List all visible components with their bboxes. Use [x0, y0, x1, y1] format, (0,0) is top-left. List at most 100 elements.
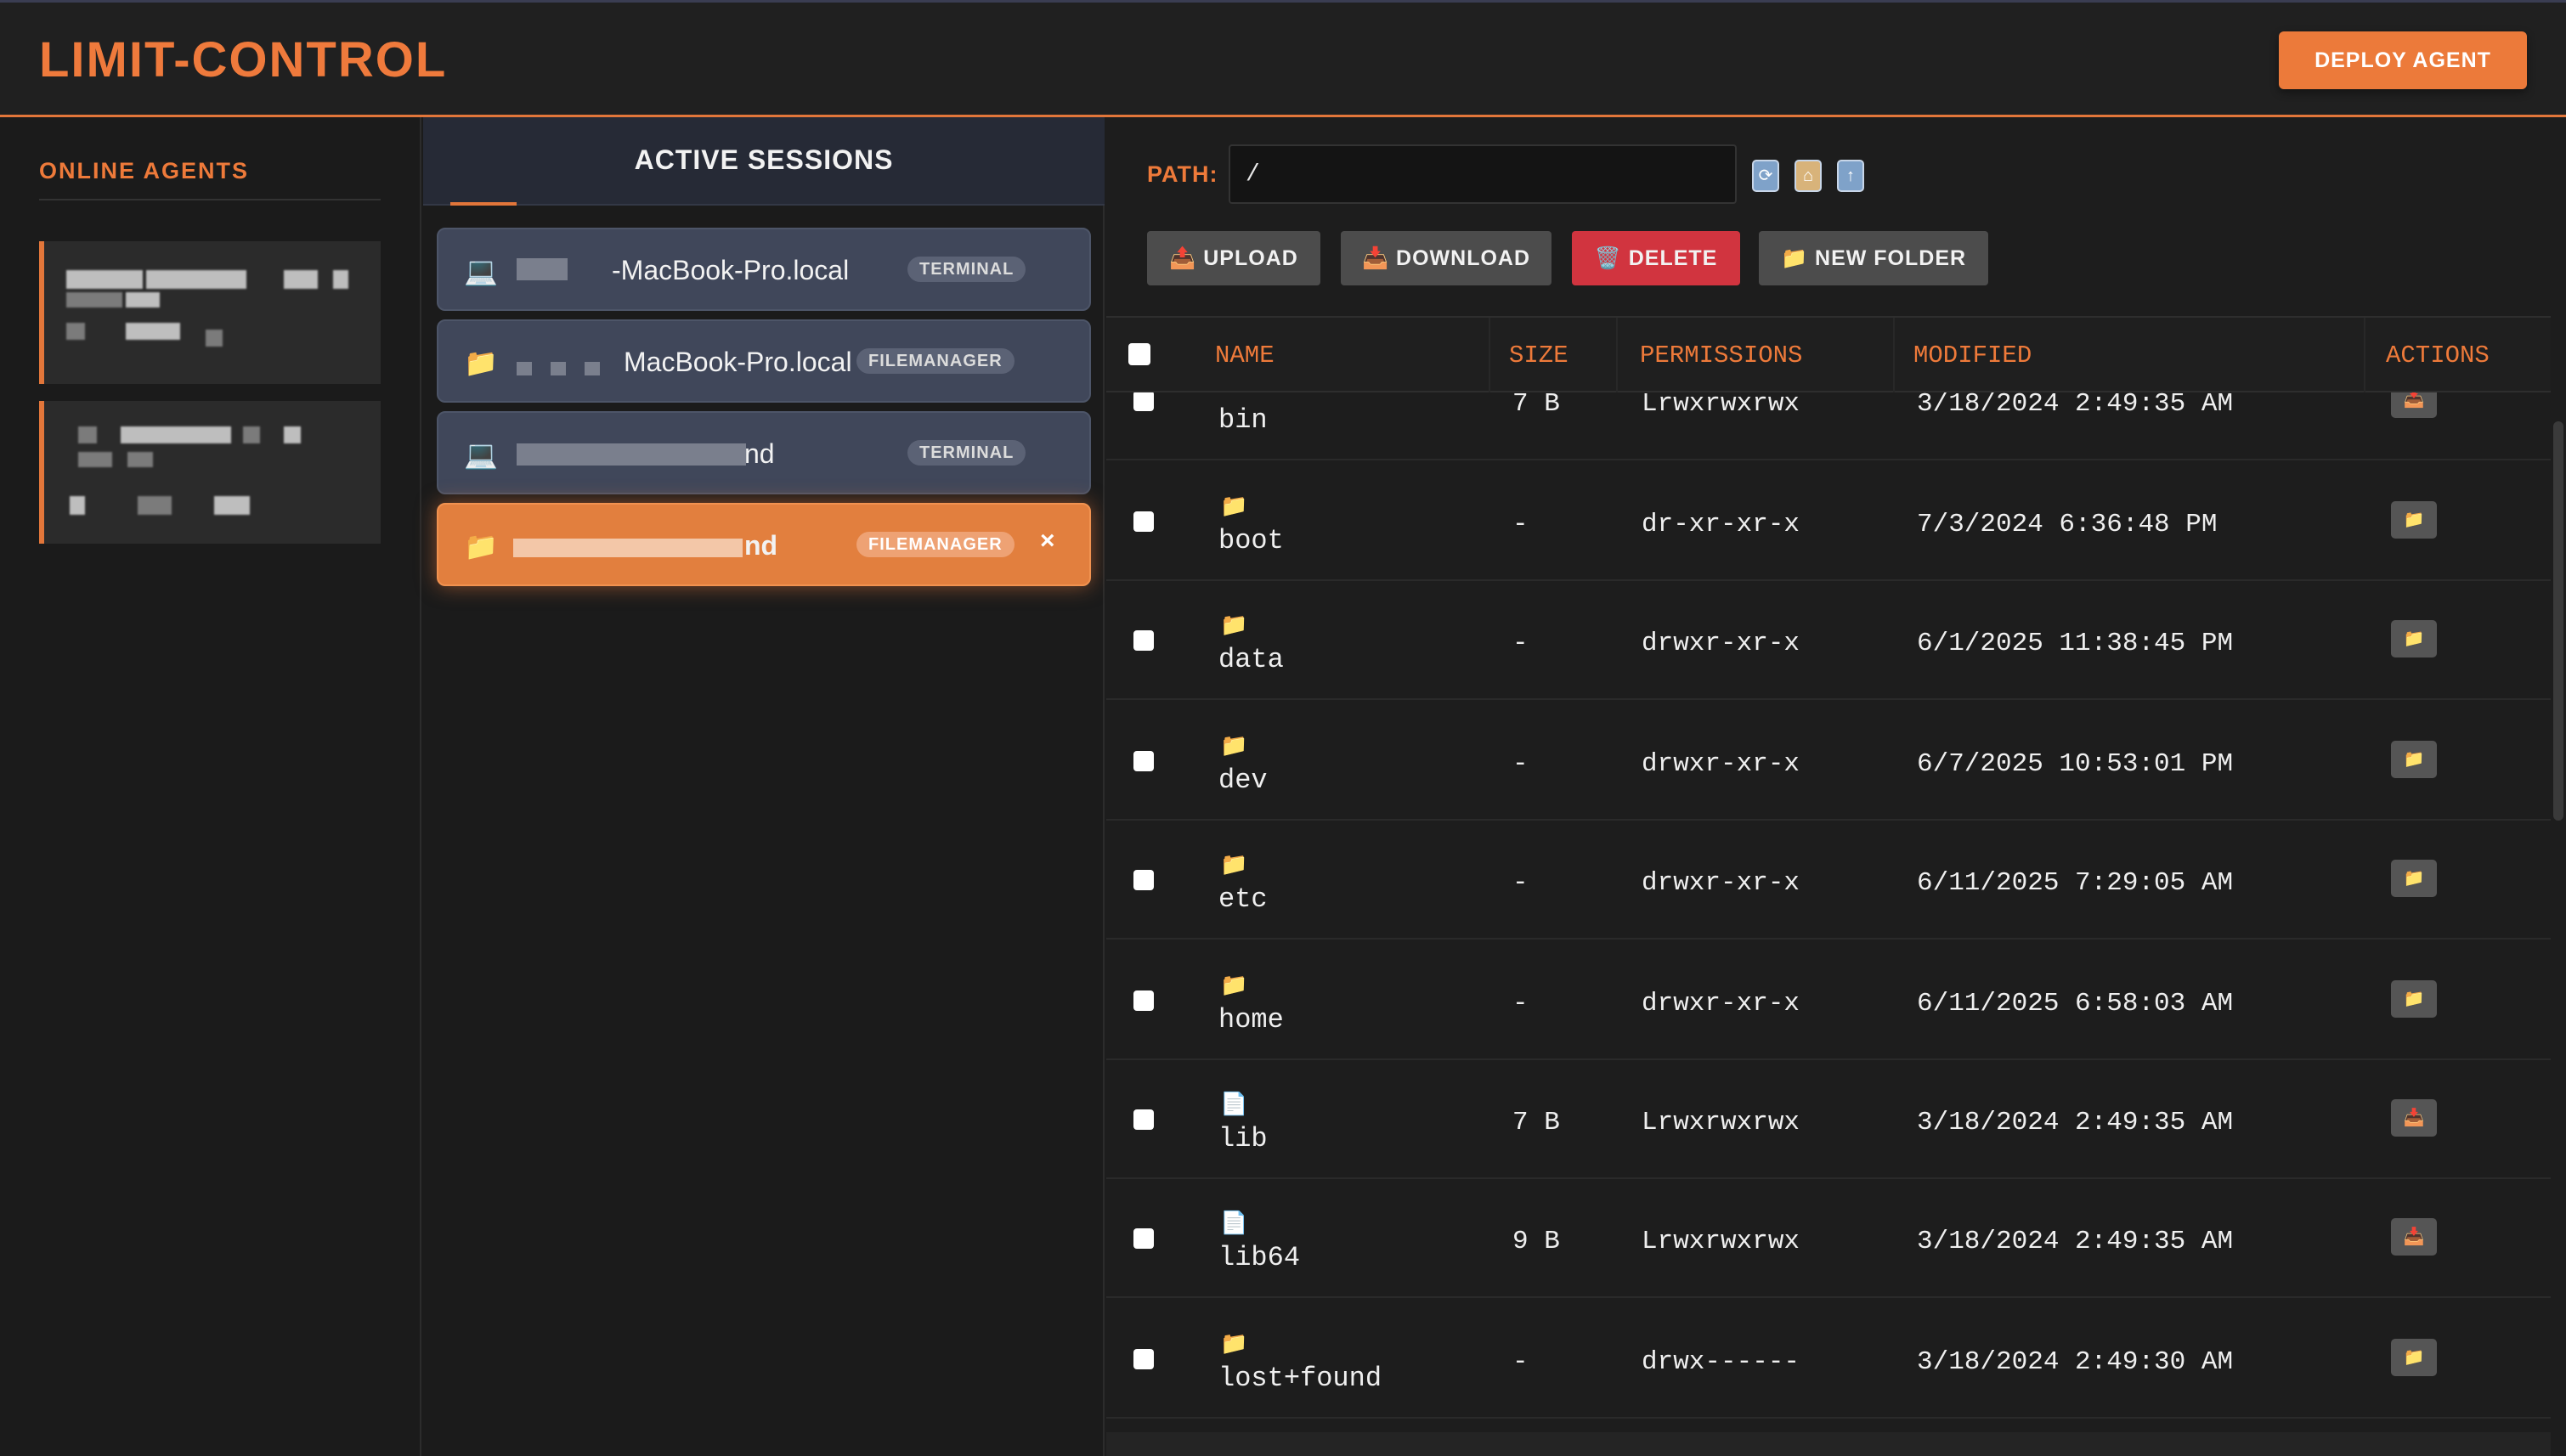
row-checkbox[interactable]: [1133, 1109, 1154, 1130]
app-header: LIMIT-CONTROL DEPLOY AGENT: [0, 0, 2566, 117]
app-brand: LIMIT-CONTROL: [39, 32, 448, 87]
file-table-header: NAME SIZE PERMISSIONS MODIFIED ACTIONS: [1106, 316, 2551, 392]
file-icon: 📄: [1220, 1091, 1248, 1116]
file-name[interactable]: data: [1218, 644, 1284, 675]
session-item[interactable]: 💻 nd TERMINAL: [437, 411, 1091, 494]
session-type-badge: TERMINAL: [907, 440, 1026, 466]
file-modified: 3/18/2024 2:49:35 AM: [1917, 392, 2234, 419]
open-folder-icon[interactable]: 📁: [2391, 501, 2437, 539]
file-permissions: Lrwxrwxrwx: [1642, 1108, 1800, 1137]
folder-icon: 📁: [1220, 732, 1248, 758]
row-checkbox[interactable]: [1133, 1349, 1154, 1369]
open-folder-icon[interactable]: 📁: [2391, 1339, 2437, 1376]
table-row[interactable]: 📁 home - drwxr-xr-x 6/11/2025 6:58:03 AM…: [1106, 941, 2551, 1060]
session-type-badge: FILEMANAGER: [856, 532, 1015, 557]
table-row[interactable]: 📁 etc - drwxr-xr-x 6/11/2025 7:29:05 AM …: [1106, 821, 2551, 940]
session-type-badge: FILEMANAGER: [856, 348, 1015, 374]
file-permissions: drwxr-xr-x: [1642, 989, 1800, 1019]
download-file-icon[interactable]: 📥: [2391, 392, 2437, 418]
vertical-scrollbar[interactable]: [2553, 421, 2563, 821]
file-size: 7 B: [1512, 1108, 1560, 1137]
folder-icon: 📁: [1220, 493, 1248, 518]
table-row[interactable]: 📄 lib64 9 B Lrwxrwxrwx 3/18/2024 2:49:35…: [1106, 1179, 2551, 1298]
file-modified: 3/18/2024 2:49:30 AM: [1917, 1347, 2234, 1377]
table-row[interactable]: ▬ bin 7 B Lrwxrwxrwx 3/18/2024 2:49:35 A…: [1106, 392, 2551, 460]
session-item[interactable]: 📁 MacBook-Pro.local FILEMANAGER: [437, 319, 1091, 403]
file-modified: 7/3/2024 6:36:48 PM: [1917, 510, 2218, 539]
new-folder-button[interactable]: 📁 NEW FOLDER: [1759, 231, 1988, 285]
row-checkbox[interactable]: [1133, 1228, 1154, 1249]
table-row[interactable]: 📁 dev - drwxr-xr-x 6/7/2025 10:53:01 PM …: [1106, 702, 2551, 821]
row-checkbox[interactable]: [1133, 511, 1154, 532]
deploy-agent-button[interactable]: DEPLOY AGENT: [2279, 31, 2527, 89]
file-name[interactable]: boot: [1218, 525, 1284, 556]
row-checkbox[interactable]: [1133, 990, 1154, 1011]
file-size: -: [1512, 989, 1529, 1019]
download-button[interactable]: 📥 DOWNLOAD: [1341, 231, 1551, 285]
laptop-icon: 💻: [464, 439, 498, 470]
file-permissions: Lrwxrwxrwx: [1642, 1227, 1800, 1256]
download-file-icon[interactable]: 📥: [2391, 1218, 2437, 1256]
table-row[interactable]: 📄 lib 7 B Lrwxrwxrwx 3/18/2024 2:49:35 A…: [1106, 1060, 2551, 1179]
column-name[interactable]: NAME: [1215, 341, 1275, 370]
delete-button[interactable]: 🗑️ DELETE: [1572, 231, 1740, 285]
parent-folder-icon[interactable]: ↑: [1837, 160, 1864, 192]
open-folder-icon[interactable]: 📁: [2391, 741, 2437, 778]
sessions-tab-indicator: [450, 202, 517, 206]
file-name[interactable]: lib64: [1218, 1242, 1300, 1273]
folder-icon: 📁: [464, 347, 498, 378]
file-name[interactable]: lib: [1218, 1123, 1268, 1154]
row-checkbox[interactable]: [1133, 630, 1154, 651]
file-permissions: drwxr-xr-x: [1642, 749, 1800, 779]
refresh-icon[interactable]: ⟳: [1752, 160, 1779, 192]
open-folder-icon[interactable]: 📁: [2391, 860, 2437, 897]
file-permissions: drwx------: [1642, 1347, 1800, 1377]
file-size: -: [1512, 1347, 1529, 1377]
row-checkbox[interactable]: [1133, 392, 1154, 411]
file-name[interactable]: bin: [1218, 404, 1268, 436]
file-permissions: drwxr-xr-x: [1642, 868, 1800, 898]
session-item-active[interactable]: 📁 nd FILEMANAGER ×: [437, 503, 1091, 586]
table-row[interactable]: 📁 data - drwxr-xr-x 6/1/2025 11:38:45 PM…: [1106, 581, 2551, 700]
file-permissions: Lrwxrwxrwx: [1642, 392, 1800, 419]
file-link-icon: ▬: [1220, 392, 1242, 398]
agent-card[interactable]: [39, 241, 381, 384]
path-input[interactable]: [1229, 144, 1737, 204]
close-session-icon[interactable]: ×: [1040, 527, 1055, 556]
file-manager: PATH: ⟳ ⌂ ↑ 📤 UPLOAD 📥 DOWNLOAD 🗑️ DELET…: [1105, 117, 2566, 1456]
agents-sidebar: ONLINE AGENTS: [0, 117, 421, 1456]
horizontal-scrollbar[interactable]: [1106, 1432, 2551, 1456]
folder-icon: 📁: [1220, 851, 1248, 877]
file-name[interactable]: etc: [1218, 883, 1268, 915]
column-size[interactable]: SIZE: [1509, 341, 1568, 370]
row-checkbox[interactable]: [1133, 751, 1154, 771]
file-name[interactable]: home: [1218, 1004, 1284, 1036]
open-folder-icon[interactable]: 📁: [2391, 980, 2437, 1018]
table-row[interactable]: 📁 lost+found - drwx------ 3/18/2024 2:49…: [1106, 1300, 2551, 1419]
row-checkbox[interactable]: [1133, 870, 1154, 890]
agents-divider: [39, 199, 381, 200]
select-all-checkbox[interactable]: [1128, 343, 1150, 365]
file-modified: 6/11/2025 7:29:05 AM: [1917, 868, 2234, 898]
file-size: 9 B: [1512, 1227, 1560, 1256]
column-actions: ACTIONS: [2386, 341, 2490, 370]
agent-card[interactable]: [39, 401, 381, 544]
folder-icon: 📁: [464, 531, 498, 562]
file-modified: 6/1/2025 11:38:45 PM: [1917, 629, 2234, 658]
home-icon[interactable]: ⌂: [1795, 160, 1822, 192]
download-file-icon[interactable]: 📥: [2391, 1099, 2437, 1137]
file-modified: 3/18/2024 2:49:35 AM: [1917, 1227, 2234, 1256]
path-label: PATH:: [1147, 161, 1218, 187]
table-row[interactable]: 📁 boot - dr-xr-xr-x 7/3/2024 6:36:48 PM …: [1106, 462, 2551, 581]
column-modified[interactable]: MODIFIED: [1913, 341, 2032, 370]
folder-icon: 📁: [1220, 1330, 1248, 1356]
session-type-badge: TERMINAL: [907, 257, 1026, 282]
file-name[interactable]: lost+found: [1218, 1363, 1382, 1394]
upload-button[interactable]: 📤 UPLOAD: [1147, 231, 1320, 285]
column-permissions[interactable]: PERMISSIONS: [1640, 341, 1802, 370]
file-table-body: ▬ bin 7 B Lrwxrwxrwx 3/18/2024 2:49:35 A…: [1106, 392, 2551, 1437]
file-permissions: dr-xr-xr-x: [1642, 510, 1800, 539]
session-item[interactable]: 💻 -MacBook-Pro.local TERMINAL: [437, 228, 1091, 311]
open-folder-icon[interactable]: 📁: [2391, 620, 2437, 657]
file-name[interactable]: dev: [1218, 765, 1268, 796]
